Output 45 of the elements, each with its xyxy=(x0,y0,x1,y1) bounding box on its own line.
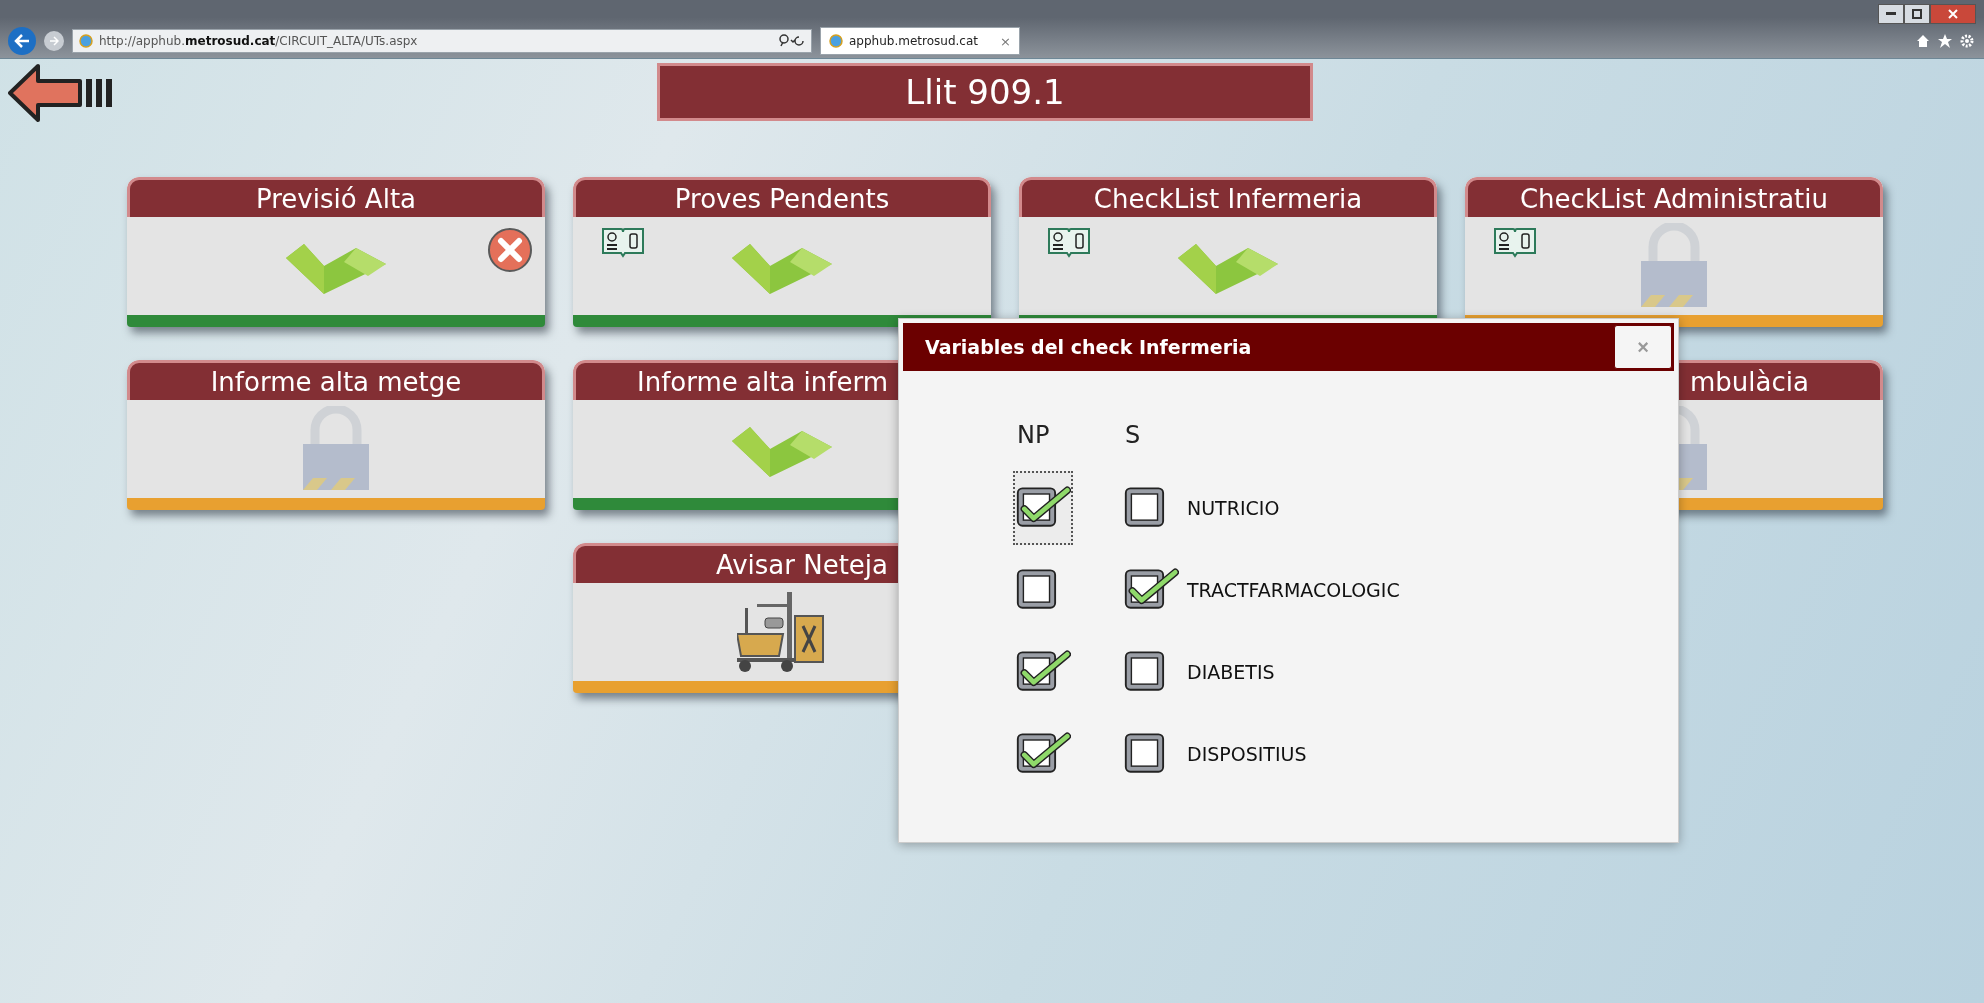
search-icon[interactable] xyxy=(779,34,805,48)
address-field[interactable]: http://apphub.metrosud.cat/CIRCUIT_ALTA/UTs.aspx xyxy=(72,29,812,53)
tab-title: apphub.metrosud.cat xyxy=(849,34,978,48)
card-title: CheckList Administratiu xyxy=(1465,177,1883,217)
home-icon[interactable] xyxy=(1916,34,1930,48)
forward-button[interactable] xyxy=(44,31,64,51)
variable-label: NUTRICIO xyxy=(1187,497,1281,519)
settings-icon[interactable] xyxy=(1960,34,1974,48)
book-icon xyxy=(1493,227,1537,259)
close-button[interactable] xyxy=(1930,4,1976,24)
card-title: Previsió Alta xyxy=(127,177,545,217)
dialog-title: Variables del check Infermeria xyxy=(925,336,1252,358)
browser-tab[interactable]: apphub.metrosud.cat × xyxy=(820,27,1020,55)
variable-label: DIABETIS xyxy=(1187,661,1276,683)
back-icon xyxy=(14,34,30,48)
status-card[interactable]: Proves Pendents xyxy=(573,177,991,327)
book-icon xyxy=(1047,227,1091,259)
star-icon[interactable] xyxy=(1938,34,1952,48)
card-title: Proves Pendents xyxy=(573,177,991,217)
page-title: Llit 909.1 xyxy=(657,63,1313,121)
forward-icon xyxy=(49,36,59,46)
back-button[interactable] xyxy=(8,27,36,55)
minimize-button[interactable] xyxy=(1878,4,1904,24)
globe-icon xyxy=(829,34,843,48)
lock-icon xyxy=(301,406,371,492)
variable-label: TRACTFARMACOLOGIC xyxy=(1187,579,1401,601)
column-header: NP xyxy=(1016,421,1051,449)
cancel-icon[interactable] xyxy=(487,227,533,273)
status-card[interactable]: CheckList Administratiu xyxy=(1465,177,1883,327)
maximize-icon xyxy=(1912,9,1922,19)
card-title: Informe alta metge xyxy=(127,360,545,400)
card-title: CheckList Infermeria xyxy=(1019,177,1437,217)
minimize-icon xyxy=(1886,12,1896,16)
back-arrow-icon[interactable] xyxy=(8,63,112,123)
globe-icon xyxy=(79,34,93,48)
cleaning-cart-icon xyxy=(737,590,827,674)
close-icon xyxy=(1948,9,1958,19)
column-header: S xyxy=(1124,421,1142,449)
book-icon xyxy=(601,227,645,259)
status-card[interactable]: Previsió Alta xyxy=(127,177,545,327)
status-card[interactable]: Informe alta metge xyxy=(127,360,545,510)
tab-close[interactable]: × xyxy=(1000,33,1011,49)
lock-icon xyxy=(1639,223,1709,309)
maximize-button[interactable] xyxy=(1904,4,1930,24)
variable-label: DISPOSITIUS xyxy=(1187,743,1308,765)
